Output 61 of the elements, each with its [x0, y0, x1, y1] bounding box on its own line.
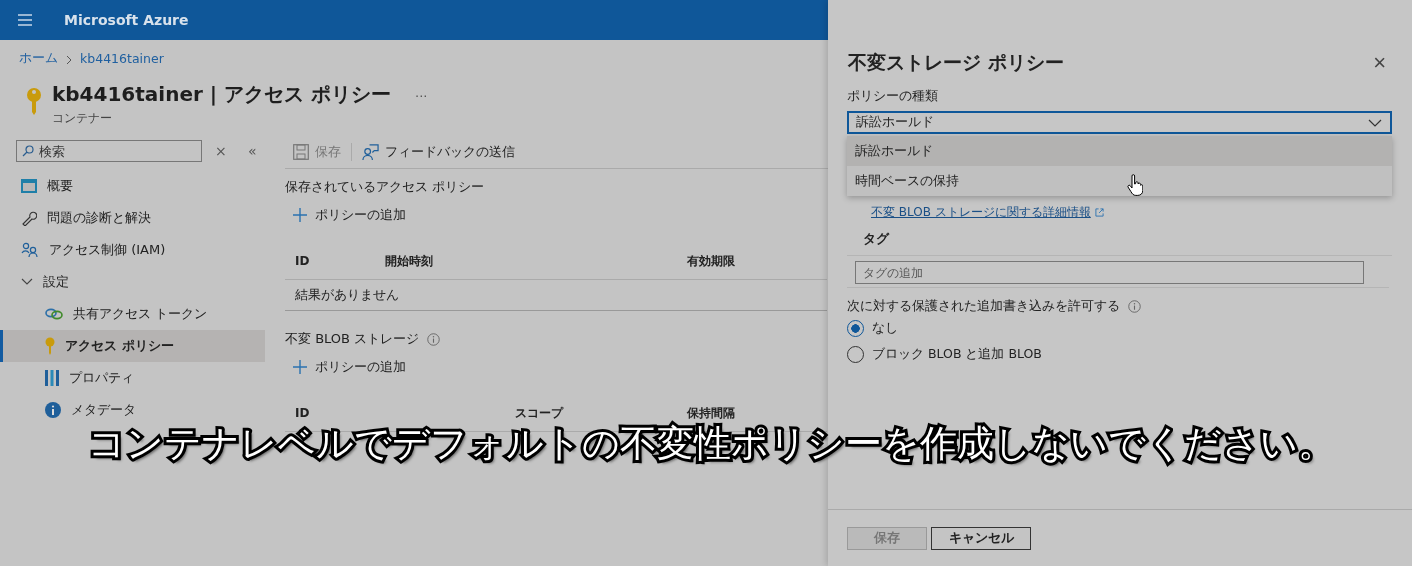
chevron-down-icon[interactable] [21, 278, 33, 286]
column-header: 保持間隔 [687, 404, 735, 420]
close-button[interactable]: × [1373, 50, 1386, 76]
chain-link-icon [45, 308, 63, 320]
external-link-icon [1094, 208, 1104, 217]
sidebar-item[interactable]: 共有アクセス トークン [0, 298, 265, 330]
radio-label: なし [872, 319, 898, 337]
chevron-down-icon [1368, 118, 1382, 127]
tag-input-field[interactable]: タグの追加 [855, 261, 1364, 284]
key-icon [45, 337, 55, 355]
column-header: 有効期限 [687, 252, 735, 270]
more-button[interactable]: ... [415, 85, 428, 100]
section-title: 保存されているアクセス ポリシー [285, 178, 485, 196]
chevron-right-icon [66, 55, 72, 65]
feedback-icon [362, 143, 379, 161]
learn-more-link[interactable]: 不変 BLOB ストレージに関する詳細情報 [871, 204, 1091, 221]
page-title: kb4416tainer | アクセス ポリシー [52, 81, 392, 108]
wrench-icon [21, 210, 37, 226]
field-label: ポリシーの種類 [847, 88, 939, 105]
people-icon [21, 242, 39, 258]
section-title: 不変 BLOB ストレージ [285, 330, 420, 348]
feedback-button[interactable]: フィードバックの送信 [362, 143, 515, 161]
panel-title: 不変ストレージ ポリシー [848, 50, 1064, 70]
add-policy-button[interactable]: ポリシーの追加 [285, 351, 406, 383]
info-icon [1128, 300, 1141, 313]
menu-icon[interactable] [18, 14, 32, 26]
app-title: Microsoft Azure [64, 12, 189, 28]
radio-label: ブロック BLOB と追加 BLOB [872, 345, 1042, 363]
sidebar-item[interactable]: アクセス ポリシー [0, 330, 265, 362]
column-header: スコープ [514, 404, 565, 422]
clear-button[interactable]: × [208, 143, 234, 159]
sidebar-item[interactable]: 設定 [0, 266, 265, 298]
tags-heading: タグ [847, 221, 1392, 256]
table-cell: 結果がありません [295, 286, 399, 304]
search-icon [22, 145, 34, 157]
column-header: ID [295, 254, 311, 268]
dropdown-option[interactable]: 訴訟ホールド [847, 136, 1392, 166]
sidebar-item[interactable]: アクセス制御 (IAM) [0, 234, 265, 266]
search-field[interactable]: 検索 [16, 140, 202, 162]
column-header: 開始時刻 [385, 252, 434, 270]
window-icon [21, 179, 37, 193]
sidebar-item[interactable]: 問題の診断と解決 [0, 202, 265, 234]
plus-icon [293, 208, 307, 222]
column-header: ID [295, 406, 311, 420]
breadcrumb-link[interactable]: ホーム [19, 49, 58, 67]
cancel-button[interactable]: キャンセル [931, 526, 1031, 550]
policy-type-dropdown[interactable]: 訴訟ホールド [847, 111, 1392, 134]
key-icon [26, 87, 42, 115]
plus-icon [293, 360, 307, 374]
breadcrumb-link[interactable]: kb4416tainer [80, 50, 164, 66]
info-icon [45, 402, 61, 418]
field-label: 次に対する保護された追加書き込みを許可する [847, 298, 1120, 315]
radio-button[interactable] [847, 319, 864, 337]
bars-icon [45, 370, 59, 386]
sidebar-item[interactable]: 概要 [0, 170, 265, 202]
sidebar-item[interactable]: プロパティ [0, 362, 265, 394]
hand-cursor-icon [1127, 174, 1143, 196]
dropdown-option[interactable]: 時間ベースの保持 [847, 166, 1392, 196]
page-subtitle: コンテナー [52, 111, 113, 126]
add-policy-button[interactable]: ポリシーの追加 [285, 199, 406, 231]
collapse-button[interactable]: « [239, 143, 265, 159]
